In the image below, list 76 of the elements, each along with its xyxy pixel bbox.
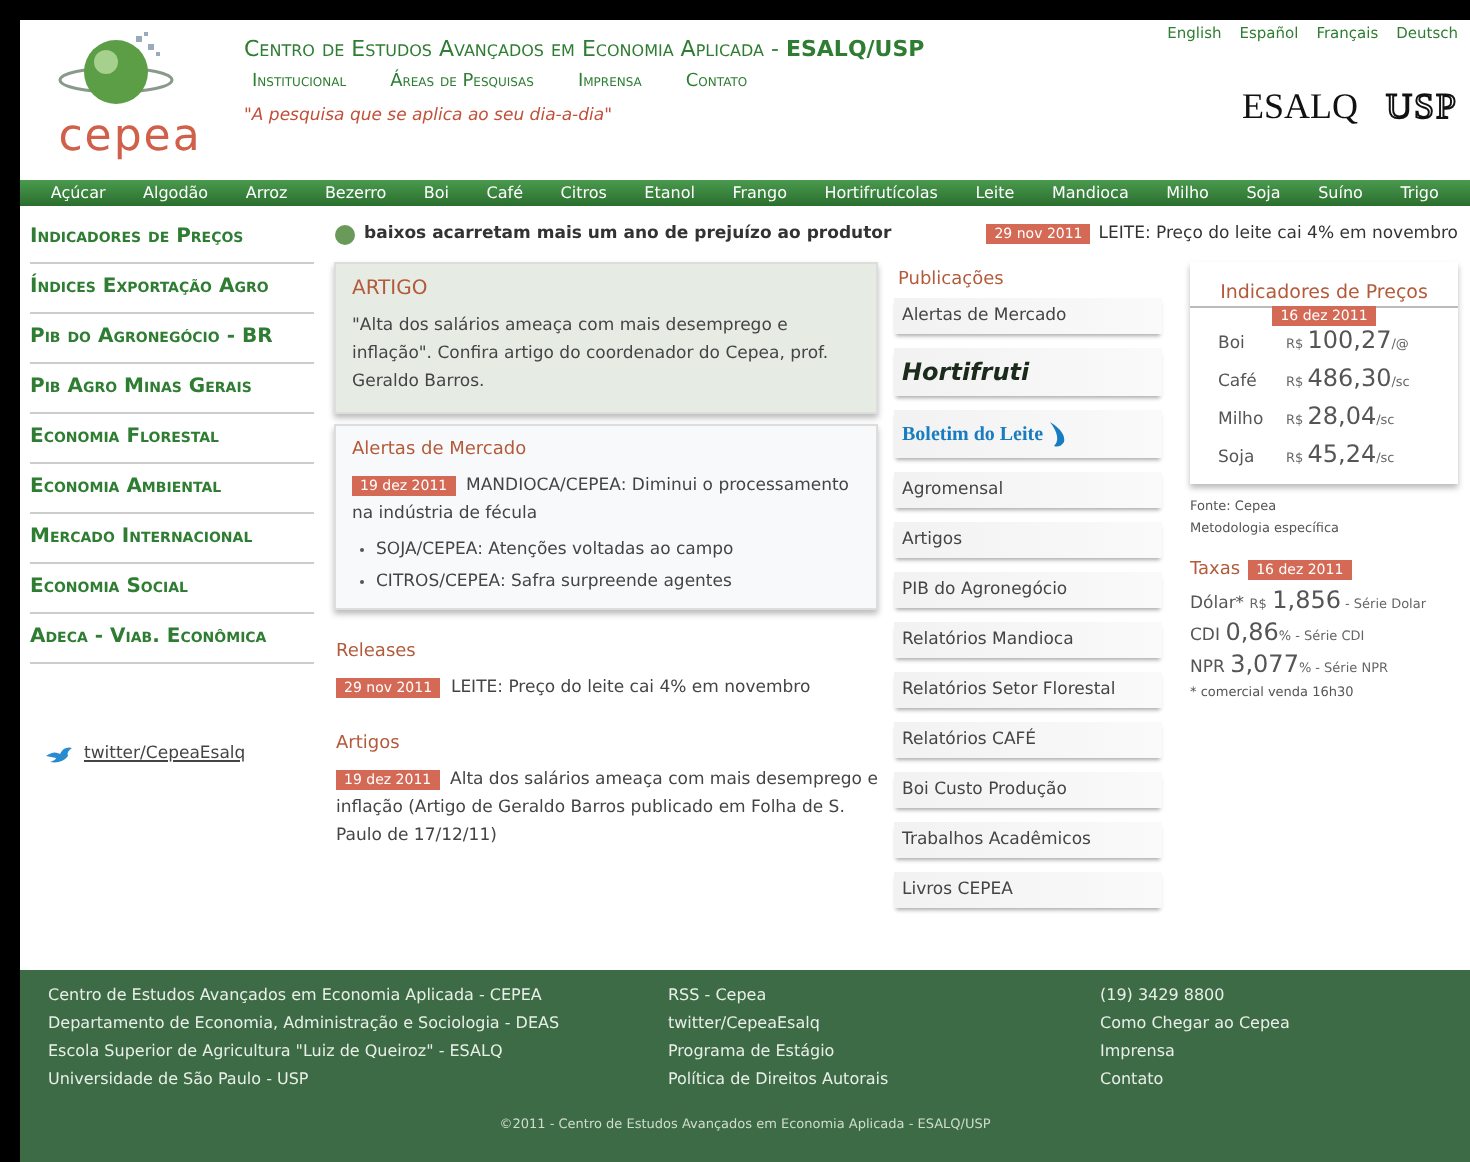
commodity-name: Soja [1218,448,1257,468]
footer-link[interactable]: (19) 3429 8800 [1100,982,1440,1008]
footer-link[interactable]: twitter/CepeaEsalq [668,1010,1100,1036]
logo-text[interactable]: cepea [58,116,202,160]
commodity-name: Boi [1218,334,1247,354]
article-text[interactable]: "Alta dos salários ameaça com mais desemprego e inflação". Confira artigo do coordenador do Cepea, prof. Geraldo Barros. [352,312,860,396]
footer-link[interactable]: Como Chegar ao Cepea [1100,1010,1440,1036]
nav-link[interactable]: Bezerro [324,184,387,202]
publication-link[interactable]: Artigos [894,522,1162,558]
nav-link[interactable]: Suíno [1318,184,1363,202]
nav-link[interactable]: Milho [1166,184,1209,202]
nav-link[interactable]: Leite [975,184,1015,202]
footer-link[interactable]: Política de Direitos Autorais [668,1066,1100,1092]
sidebar-item[interactable]: Pib do Agronegócio - BR [30,314,314,364]
publication-link[interactable]: Relatórios CAFÉ [894,722,1162,758]
drop-icon [1047,421,1066,447]
nav-link[interactable]: Boi [423,184,449,202]
section-title: Publicações [898,270,1006,290]
ticker-text[interactable]: baixos acarretam mais um ano de prejuízo ao produtor [364,224,892,244]
publication-link[interactable]: Hortifruti [894,348,1162,396]
footer-link[interactable]: Escola Superior de Agricultura "Luiz de Queiroz" - ESALQ [48,1038,668,1064]
ticker-headline[interactable]: LEITE: Preço do leite cai 4% em novembro [1098,224,1458,244]
footer-link[interactable]: Imprensa [1100,1038,1440,1064]
card-title: ARTIGO [352,278,430,300]
publication-link[interactable]: Alertas de Mercado [894,298,1162,334]
menu-link[interactable]: Imprensa [577,72,642,92]
footer-link[interactable]: Departamento de Economia, Administração e Sociologia - DEAS [48,1010,668,1036]
sidebar-item[interactable]: Adeca - Viab. Econômica [30,614,314,664]
sidebar-item[interactable]: Mercado Internacional [30,514,314,564]
sidebar-item[interactable]: Indicadores de Preços [30,214,314,264]
nav-link[interactable]: Citros [560,184,607,202]
alert-item[interactable]: SOJA/CEPEA: Atenções voltadas ao campo [376,540,734,560]
publication-link[interactable]: Boi Custo Produção [894,772,1162,808]
nav-link[interactable]: Frango [732,184,787,202]
card-title: Alertas de Mercado [352,440,529,460]
twitter-link[interactable]: twitter/CepeaEsalq [84,744,246,764]
section-title: Artigos [336,734,402,754]
menu-link[interactable]: Áreas de Pesquisas [390,72,534,92]
publication-link[interactable]: Relatórios Setor Florestal [894,672,1162,708]
commodity-name: Milho [1218,410,1266,430]
publication-link[interactable]: Agromensal [894,472,1162,508]
site-title: Centro de Estudos Avançados em Economia Aplicada - ESALQ/USP [244,36,927,62]
section-title: Releases [336,642,418,662]
partner-logo[interactable]: ESALQ [1241,86,1358,128]
publication-link[interactable]: Trabalhos Acadêmicos [894,822,1162,858]
nav-link[interactable]: Arroz [245,184,288,202]
sidebar-item[interactable]: Pib Agro Minas Gerais [30,364,314,414]
footer-link[interactable]: Universidade de São Paulo - USP [48,1066,668,1092]
sidebar-item[interactable]: Economia Social [30,564,314,614]
footer-link[interactable]: Contato [1100,1066,1440,1092]
nav-link[interactable]: Soja [1246,184,1281,202]
publication-link[interactable]: Livros CEPEA [894,872,1162,908]
publication-link[interactable]: Boletim do Leite [894,410,1162,458]
section-title: Taxas [1190,560,1241,580]
tagline: "A pesquisa que se aplica ao seu dia-a-dia" [244,106,614,126]
publication-link[interactable]: Relatórios Mandioca [894,622,1162,658]
footer-link[interactable]: Centro de Estudos Avançados em Economia Aplicada - CEPEA [48,982,668,1008]
nav-link[interactable]: Mandioca [1051,184,1129,202]
bird-icon [46,745,72,763]
nav-link[interactable]: Café [486,184,523,202]
sidebar-item[interactable]: Economia Florestal [30,414,314,464]
publication-link[interactable]: PIB do Agronegócio [894,572,1162,608]
sidebar-item[interactable]: Índices Exportação Agro [30,264,314,314]
nav-link[interactable]: Hortifrutícolas [824,184,938,202]
menu-link[interactable]: Contato [685,72,748,92]
footer-link[interactable]: RSS - Cepea [668,982,1100,1008]
footer-link[interactable]: Programa de Estágio [668,1038,1100,1064]
menu-link[interactable]: Institucional [252,72,347,92]
nav-link[interactable]: Açúcar [50,184,106,202]
alert-item[interactable]: CITROS/CEPEA: Safra surpreende agentes [376,572,732,592]
nav-link[interactable]: Etanol [644,184,695,202]
nav-link[interactable]: Trigo [1400,184,1439,202]
globe-icon [334,223,356,245]
commodity-name: Café [1218,372,1259,392]
nav-link[interactable]: Algodão [143,184,209,202]
sidebar-item[interactable]: Economia Ambiental [30,464,314,514]
